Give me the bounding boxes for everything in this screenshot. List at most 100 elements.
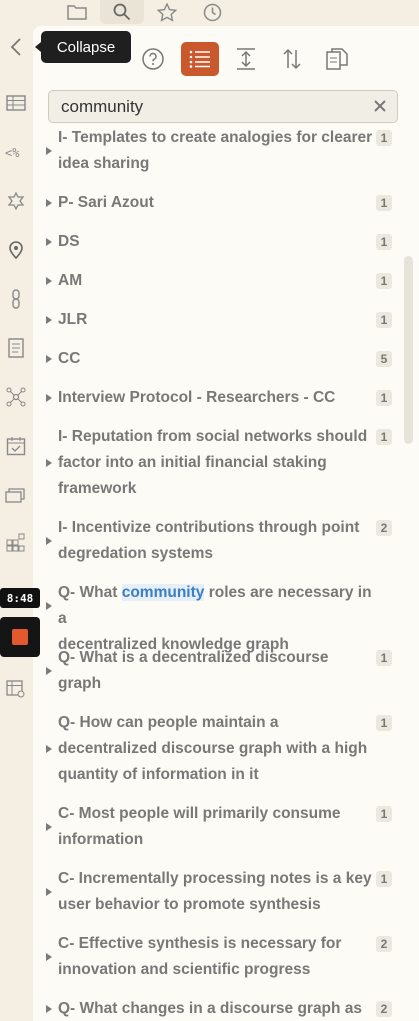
expand-caret-icon[interactable] [46,459,52,467]
result-row[interactable]: P- Sari Azout 1 [33,190,403,216]
tab-recent[interactable] [190,0,234,24]
result-title[interactable]: DS [58,229,378,255]
result-row[interactable]: C- Effective synthesis is necessary for i… [33,931,403,983]
hexagon-star-icon [7,192,25,210]
code-percent-button[interactable]: <% [5,141,27,163]
result-title[interactable]: I- Incentivize contributions through poi… [58,515,378,567]
result-title[interactable]: C- Effective synthesis is necessary for i… [58,931,378,983]
expand-caret-icon[interactable] [46,277,52,285]
sort-button[interactable] [273,42,311,76]
map-pin-button[interactable] [5,239,27,261]
result-title-line: innovation and scientific progress [58,961,311,978]
help-icon [142,48,164,70]
result-title[interactable]: Q- What is a decentralized discourse grap… [58,645,378,697]
copy-results-icon [326,48,348,70]
cards-button[interactable] [5,484,27,506]
help-button[interactable] [134,42,172,76]
search-field[interactable] [48,90,398,123]
hexagon-button[interactable] [5,190,27,212]
blocks-button[interactable] [5,531,27,553]
result-row[interactable]: Q- What community roles are necessary in… [33,580,403,653]
match-count-badge: 2 [376,936,392,952]
result-title[interactable]: I- Templates to create analogies for cle… [58,125,378,177]
result-title-line: I- Templates to create analogies for cle… [58,129,373,146]
tab-files[interactable] [55,0,99,24]
link-icon [10,289,22,309]
search-icon [113,3,131,21]
match-count-badge: 1 [376,650,392,666]
table-view-button[interactable] [5,92,27,114]
document-button[interactable] [5,337,27,359]
expand-caret-icon[interactable] [46,537,52,545]
collapse-button[interactable] [5,36,27,58]
result-title-line: I- Incentivize contributions through poi… [58,519,360,536]
document-icon [8,338,24,358]
result-title-line: C- Most people will primarily consume [58,805,341,822]
calendar-button[interactable] [5,435,27,457]
expand-caret-icon[interactable] [46,394,52,402]
result-row[interactable]: I- Templates to create analogies for cle… [33,125,403,177]
results-scrollbar[interactable] [404,256,413,444]
clock-time: 8:48 [6,591,34,605]
clear-search-icon[interactable] [373,99,387,113]
link-button[interactable] [5,288,27,310]
result-row[interactable]: CC 5 [33,346,403,372]
result-row[interactable]: I- Reputation from social networks shoul… [33,424,403,502]
expand-caret-icon[interactable] [46,1005,52,1013]
expand-caret-icon[interactable] [46,888,52,896]
result-row[interactable]: Q- What changes in a discourse graph as 2 [33,996,403,1021]
expand-caret-icon[interactable] [46,238,52,246]
result-title-line: framework [58,480,137,497]
tab-starred[interactable] [145,0,189,24]
result-title[interactable]: P- Sari Azout [58,190,378,216]
list-view-button[interactable] [181,42,219,76]
expand-caret-icon[interactable] [46,316,52,324]
match-count-badge: 1 [376,715,392,731]
match-count-badge: 1 [376,312,392,328]
folder-icon [67,4,87,20]
result-title[interactable]: C- Most people will primarily consume inf… [58,801,378,853]
list-icon [189,50,211,68]
result-title[interactable]: I- Reputation from social networks shoul… [58,424,378,502]
result-row[interactable]: JLR 1 [33,307,403,333]
expand-caret-icon[interactable] [46,147,52,155]
result-row[interactable]: Interview Protocol - Researchers - CC 1 [33,385,403,411]
expand-caret-icon[interactable] [46,602,52,610]
result-title[interactable]: C- Incrementally processing notes is a k… [58,866,378,918]
result-title-line: DS [58,233,80,250]
copy-results-button[interactable] [318,42,356,76]
result-row[interactable]: AM 1 [33,268,403,294]
result-title[interactable]: Q- How can people maintain a decentralize… [58,710,378,788]
result-title-line: AM [58,272,83,289]
match-count-badge: 2 [376,1001,392,1017]
expand-caret-icon[interactable] [46,745,52,753]
table-settings-icon [6,680,26,698]
cards-icon [5,487,27,503]
expand-caret-icon[interactable] [46,199,52,207]
expand-all-button[interactable] [227,42,265,76]
result-title[interactable]: CC [58,346,378,372]
calendar-check-icon [6,436,26,456]
result-row[interactable]: Q- How can people maintain a decentralize… [33,710,403,788]
graph-button[interactable] [5,386,27,408]
result-title[interactable]: Q- What changes in a discourse graph as [58,996,378,1021]
expand-caret-icon[interactable] [46,953,52,961]
expand-caret-icon[interactable] [46,355,52,363]
search-input[interactable] [61,91,361,122]
table-settings-button[interactable] [5,678,27,700]
result-row[interactable]: C- Most people will primarily consume inf… [33,801,403,853]
result-title[interactable]: JLR [58,307,378,333]
result-title-line: I- Reputation from social networks shoul… [58,428,368,445]
result-title[interactable]: Interview Protocol - Researchers - CC [58,385,378,411]
tab-search[interactable] [100,0,144,24]
result-row[interactable]: Q- What is a decentralized discourse grap… [33,645,403,697]
expand-caret-icon[interactable] [46,667,52,675]
recording-stop-button[interactable] [0,617,40,657]
result-row[interactable]: I- Incentivize contributions through poi… [33,515,403,567]
result-title-line: Q- What community roles are necessary in… [58,584,372,627]
search-results-list: I- Templates to create analogies for cle… [33,125,419,1021]
expand-caret-icon[interactable] [46,823,52,831]
result-row[interactable]: C- Incrementally processing notes is a k… [33,866,403,918]
result-row[interactable]: DS 1 [33,229,403,255]
result-title[interactable]: AM [58,268,378,294]
